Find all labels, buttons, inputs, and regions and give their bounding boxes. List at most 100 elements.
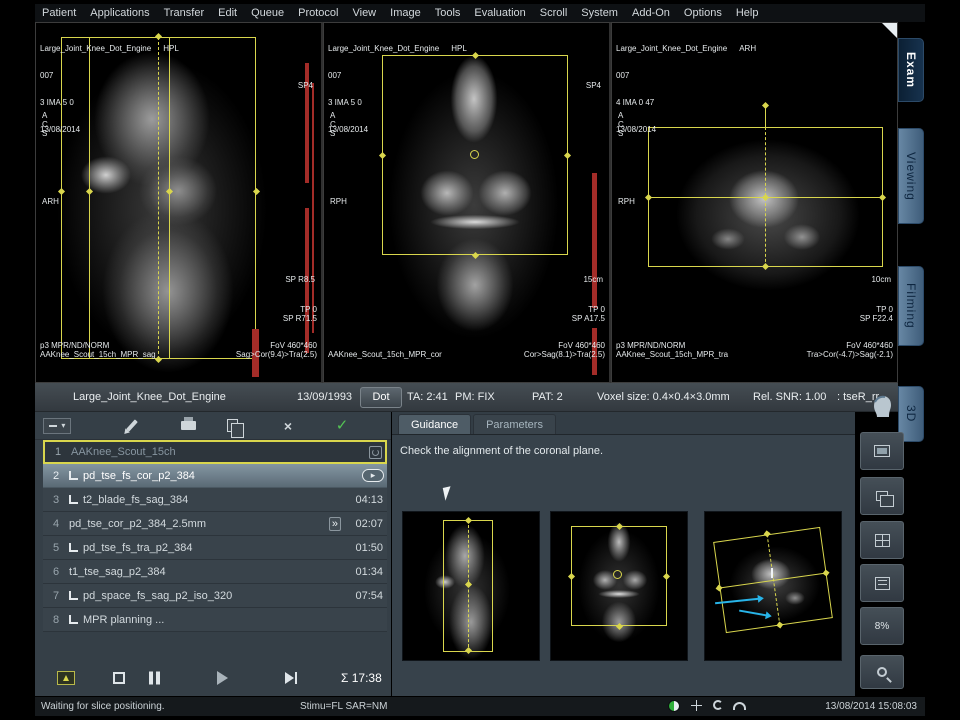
- load-icon[interactable]: [57, 671, 75, 685]
- orientation-label: HPL: [163, 44, 179, 53]
- corner-fold-icon[interactable]: [882, 23, 897, 38]
- menu-item-addon[interactable]: Add-On: [625, 7, 677, 19]
- repeat-measurement-icon[interactable]: [369, 446, 382, 459]
- viewport-title: Large_Joint_Knee_Dot_Engine: [40, 44, 151, 53]
- guidance-thumb-axial[interactable]: [704, 511, 842, 661]
- patient-id: 007: [40, 71, 179, 80]
- ta-value: TA: 2:41: [407, 391, 448, 403]
- next-measurement-icon[interactable]: ▸: [362, 469, 384, 482]
- patient-birthdate: 13/09/1993: [297, 391, 352, 403]
- apply-check-icon[interactable]: ✓: [329, 415, 355, 437]
- series-stack-button[interactable]: [860, 477, 904, 515]
- queue-row-2[interactable]: 2 pd_tse_fs_cor_p2_384 ▸: [43, 464, 387, 488]
- dot-button[interactable]: Dot: [360, 387, 402, 408]
- menu-item-edit[interactable]: Edit: [211, 7, 244, 19]
- play-button[interactable]: [217, 671, 228, 685]
- viewport-header: Large_Joint_Knee_Dot_EngineHPL 007 3 IMA…: [40, 26, 179, 152]
- guidance-thumb-sagittal[interactable]: [402, 511, 540, 661]
- coil-icon[interactable]: [713, 700, 723, 710]
- menu-item-options[interactable]: Options: [677, 7, 729, 19]
- image-gallery-button[interactable]: [860, 432, 904, 470]
- image-date: 13/08/2014: [328, 125, 467, 134]
- close-icon[interactable]: ×: [275, 415, 301, 437]
- menu-item-help[interactable]: Help: [729, 7, 766, 19]
- queue-toolbar: ▾ × ✓: [35, 412, 391, 440]
- menu-item-transfer[interactable]: Transfer: [157, 7, 212, 19]
- menu-item-scroll[interactable]: Scroll: [533, 7, 575, 19]
- protocol-card-button[interactable]: [860, 564, 904, 602]
- menu-item-applications[interactable]: Applications: [83, 7, 156, 19]
- auto-run-icon[interactable]: »: [329, 517, 341, 531]
- guidance-thumb-coronal[interactable]: [550, 511, 688, 661]
- stimulation-status: Stimu=FL SAR=NM: [300, 701, 387, 712]
- orientation-label: HPL: [451, 44, 467, 53]
- orientation-marker: A C S: [330, 111, 336, 138]
- queue-row-5[interactable]: 5 pd_tse_fs_tra_p2_384 01:50: [43, 536, 387, 560]
- viewport-title: Large_Joint_Knee_Dot_Engine: [328, 44, 439, 53]
- head-icon: [869, 393, 895, 419]
- tab-parameters[interactable]: Parameters: [473, 414, 556, 434]
- tab-filming[interactable]: Filming: [898, 266, 924, 346]
- crosshair-icon[interactable]: [691, 700, 702, 711]
- tab-viewing[interactable]: Viewing: [898, 128, 924, 224]
- edit-icon[interactable]: [119, 415, 145, 437]
- layout-grid-button[interactable]: [860, 521, 904, 559]
- queue-row-6[interactable]: 6 t1_tse_sag_p2_384 01:34: [43, 560, 387, 584]
- image-number: 4 IMA 0 47: [616, 98, 756, 107]
- slice-position-label: SP4: [586, 81, 601, 90]
- viewport-coronal[interactable]: Large_Joint_Knee_Dot_EngineHPL 007 3 IMA…: [323, 22, 611, 383]
- image-frame-icon: [874, 445, 890, 457]
- skip-button[interactable]: [285, 672, 297, 684]
- handle-stem: [765, 107, 766, 127]
- orientation-marker: RPH: [618, 197, 635, 206]
- magnifier-button[interactable]: [860, 655, 904, 689]
- viewport-header: Large_Joint_Knee_Dot_EngineHPL 007 3 IMA…: [328, 26, 467, 152]
- pause-button[interactable]: [149, 672, 160, 685]
- center-marker-icon[interactable]: [470, 150, 479, 159]
- pat-value: PAT: 2: [532, 391, 563, 403]
- stop-button[interactable]: [113, 672, 125, 684]
- guidance-body: Check the alignment of the coronal plane…: [392, 434, 855, 696]
- patient-registration-icon[interactable]: [860, 388, 904, 424]
- queue-row-3[interactable]: 3 t2_blade_fs_sag_384 04:13: [43, 488, 387, 512]
- slice-position-label: SP4: [298, 81, 313, 90]
- copy-icon[interactable]: [219, 415, 245, 437]
- menu-item-protocol[interactable]: Protocol: [291, 7, 345, 19]
- rel-snr: Rel. SNR: 1.00: [753, 391, 826, 403]
- tab-exam[interactable]: Exam: [898, 38, 924, 102]
- orientation-marker: A C S: [618, 111, 624, 138]
- guidance-tabs: Guidance Parameters: [398, 414, 556, 434]
- menu-item-image[interactable]: Image: [383, 7, 428, 19]
- print-icon[interactable]: [175, 415, 201, 437]
- thumb-overlay-rotated: [713, 527, 833, 633]
- menu-item-evaluation[interactable]: Evaluation: [467, 7, 532, 19]
- scale-label: SP R8.5: [285, 275, 315, 284]
- queue-row-8[interactable]: 8 MPR planning ...: [43, 608, 387, 632]
- headphones-icon[interactable]: [733, 702, 746, 710]
- orientation-marker: A C S: [42, 111, 48, 138]
- measurement-controls: Σ 17:38: [35, 662, 391, 694]
- system-datetime: 13/08/2014 15:08:03: [825, 701, 917, 712]
- queue-row-1[interactable]: 1 AAKnee_Scout_15ch: [43, 440, 387, 464]
- view-dropdown[interactable]: ▾: [43, 415, 71, 437]
- image-date: 13/08/2014: [616, 125, 756, 134]
- patient-id: 007: [616, 71, 756, 80]
- queue-row-7[interactable]: 7 pd_space_fs_sag_p2_iso_320 07:54: [43, 584, 387, 608]
- menu-item-system[interactable]: System: [574, 7, 625, 19]
- search-icon: [877, 667, 887, 677]
- menu-item-queue[interactable]: Queue: [244, 7, 291, 19]
- guidance-panel: Guidance Parameters Check the alignment …: [392, 412, 855, 696]
- status-bar: Waiting for slice positioning. Stimu=FL …: [35, 697, 925, 716]
- percent-button[interactable]: 8%: [860, 607, 904, 645]
- viewport-axial[interactable]: Large_Joint_Knee_Dot_EngineARH 007 4 IMA…: [611, 22, 898, 383]
- menu-item-view[interactable]: View: [345, 7, 383, 19]
- menu-item-tools[interactable]: Tools: [428, 7, 468, 19]
- tab-guidance[interactable]: Guidance: [398, 414, 471, 434]
- stack-icon: [876, 491, 888, 501]
- menu-item-patient[interactable]: Patient: [35, 7, 83, 19]
- table-position-icon[interactable]: [668, 700, 680, 712]
- viewport-sagittal[interactable]: Large_Joint_Knee_Dot_EngineHPL 007 3 IMA…: [35, 22, 323, 383]
- geometry-annotation: TP 0SP A17.5 FoV 460*460Cor>Sag(8.1)>Tra…: [524, 287, 605, 377]
- total-time: Σ 17:38: [341, 671, 382, 685]
- queue-row-4[interactable]: 4 pd_tse_cor_p2_384_2.5mm » 02:07: [43, 512, 387, 536]
